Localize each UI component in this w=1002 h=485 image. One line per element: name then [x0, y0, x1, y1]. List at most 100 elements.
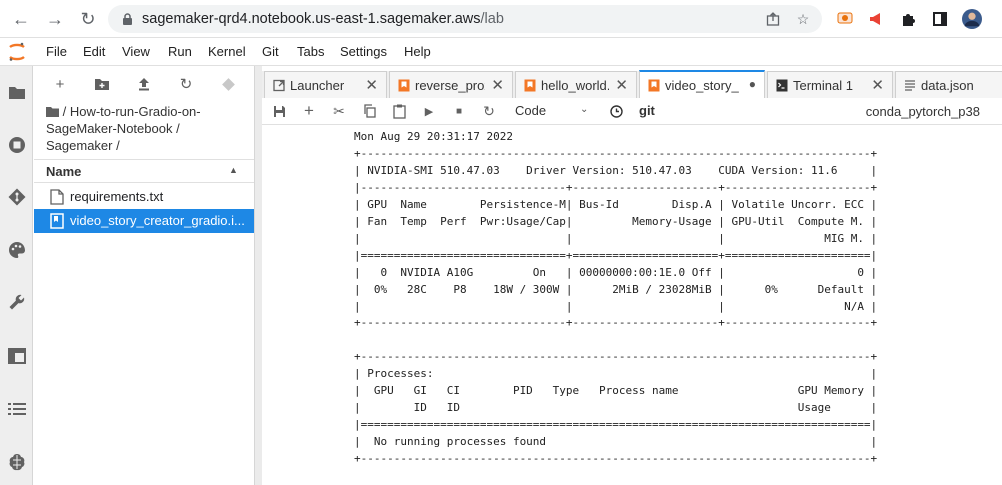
copy-icon[interactable] — [360, 102, 378, 120]
tab-launcher[interactable]: Launcher ✕ — [264, 71, 387, 98]
tab-label: video_story_ — [665, 78, 739, 93]
tab-label: hello_world.i — [541, 78, 609, 93]
unsaved-dot-icon[interactable]: ● — [749, 77, 756, 91]
lock-icon[interactable] — [118, 10, 136, 28]
notebook-icon — [648, 79, 660, 92]
menu-tabs[interactable]: Tabs — [297, 44, 324, 59]
terminal-icon — [776, 79, 788, 92]
running-kernels-icon[interactable] — [6, 134, 28, 156]
menu-run[interactable]: Run — [168, 44, 192, 59]
clock-icon[interactable] — [607, 102, 625, 120]
file-name: video_story_creator_gradio.i... — [70, 213, 245, 228]
json-icon — [905, 80, 915, 91]
close-icon[interactable]: ✕ — [871, 76, 884, 94]
star-icon[interactable]: ☆ — [794, 10, 812, 28]
close-icon[interactable]: ✕ — [615, 76, 628, 94]
output-line: Mon Aug 29 20:31:17 2022 — [354, 130, 513, 143]
tab-label: Terminal 1 — [793, 78, 853, 93]
breadcrumb[interactable]: / How-to-run-Gradio-on-SageMaker-Noteboo… — [46, 103, 246, 154]
reload-icon[interactable]: ↻ — [77, 8, 99, 30]
output-line: | | | MIG M. | — [354, 231, 878, 245]
output-line: +---------------------------------------… — [354, 146, 878, 160]
add-cell-icon[interactable]: + — [300, 101, 318, 120]
tab-reverse-proxy[interactable]: reverse_prox ✕ — [389, 71, 513, 98]
git-clone-button[interactable] — [218, 74, 238, 94]
sort-up-icon: ▲ — [229, 165, 238, 175]
tab-terminal[interactable]: Terminal 1 ✕ — [767, 71, 893, 98]
close-icon[interactable]: ✕ — [491, 76, 504, 94]
kernel-name[interactable]: conda_pytorch_p38 — [866, 104, 980, 119]
share-icon[interactable] — [764, 10, 782, 28]
new-folder-button[interactable] — [92, 74, 112, 94]
paste-icon[interactable] — [390, 102, 408, 120]
side-panel-icon[interactable] — [930, 9, 950, 29]
output-line: | GPU Name Persistence-M| Bus-Id Disp.A … — [354, 197, 878, 211]
tab-data-json[interactable]: data.json — [895, 71, 1002, 98]
tab-hello-world[interactable]: hello_world.i ✕ — [515, 71, 637, 98]
close-icon[interactable]: ✕ — [365, 76, 378, 94]
file-name: requirements.txt — [70, 189, 164, 204]
extension-screen-icon[interactable] — [835, 9, 855, 29]
file-row-requirements[interactable]: requirements.txt — [34, 185, 254, 209]
refresh-button[interactable]: ↻ — [176, 74, 196, 94]
menu-view[interactable]: View — [122, 44, 150, 59]
sagemaker-brain-icon[interactable] — [6, 451, 28, 473]
menu-git[interactable]: Git — [262, 44, 279, 59]
arrow-right-icon[interactable]: → — [44, 8, 66, 30]
new-launcher-button[interactable]: + — [50, 74, 70, 94]
cell-output: Mon Aug 29 20:31:17 2022 +---------------… — [262, 125, 1002, 485]
folder-icon — [46, 107, 59, 117]
url-host: sagemaker-qrd4.notebook.us-east-1.sagema… — [142, 11, 481, 27]
output-line: | No running processes found | — [354, 435, 878, 449]
output-line: |===============================+=======… — [354, 248, 878, 262]
output-line: +---------------------------------------… — [354, 350, 878, 364]
restart-icon[interactable]: ↻ — [480, 102, 498, 120]
folder-icon[interactable] — [6, 81, 28, 103]
address-bar[interactable]: sagemaker-qrd4.notebook.us-east-1.sagema… — [108, 5, 822, 33]
run-icon[interactable]: ▶ — [420, 102, 438, 120]
tab-video-story[interactable]: video_story_ ● — [639, 70, 765, 98]
git-icon[interactable] — [6, 186, 28, 208]
chevron-down-icon[interactable]: ⌄ — [580, 104, 588, 115]
wrench-icon[interactable] — [6, 291, 28, 313]
file-browser: + ↻ / How-to-run-Gradio-on-SageMaker-Not… — [34, 66, 254, 485]
menu-edit[interactable]: Edit — [83, 44, 105, 59]
output-line: | | | N/A | — [354, 299, 878, 313]
stop-icon[interactable]: ■ — [450, 102, 468, 120]
url-path: /lab — [480, 11, 504, 27]
menu-file[interactable]: File — [46, 44, 67, 59]
list-icon[interactable] — [6, 398, 28, 420]
url-text: sagemaker-qrd4.notebook.us-east-1.sagema… — [142, 11, 504, 27]
menu-help[interactable]: Help — [404, 44, 431, 59]
tab-label: reverse_prox — [415, 78, 485, 93]
menu-kernel[interactable]: Kernel — [208, 44, 246, 59]
profile-avatar[interactable] — [962, 9, 982, 29]
output-line: +---------------------------------------… — [354, 452, 878, 466]
tab-label: data.json — [921, 78, 974, 93]
save-icon[interactable] — [270, 102, 288, 120]
file-row-notebook[interactable]: video_story_creator_gradio.i... — [34, 209, 254, 233]
menubar: File Edit View Run Kernel Git Tabs Setti… — [0, 38, 1002, 66]
puzzle-icon[interactable] — [898, 9, 918, 29]
palette-icon[interactable] — [6, 239, 28, 261]
output-line: | Fan Temp Perf Pwr:Usage/Cap| Memory-Us… — [354, 214, 878, 228]
breadcrumb-path[interactable]: / How-to-run-Gradio-on-SageMaker-Noteboo… — [46, 104, 201, 153]
name-header-label: Name — [46, 164, 82, 179]
tab-label: Launcher — [290, 78, 345, 93]
text-file-icon — [50, 189, 64, 205]
upload-button[interactable] — [134, 74, 154, 94]
arrow-left-icon[interactable]: ← — [10, 8, 32, 30]
notebook-icon — [50, 213, 64, 229]
git-button[interactable]: git — [639, 103, 655, 118]
notebook-toolbar: + ✂ ▶ ■ ↻ Code ⌄ git conda_pytorch_p38 — [262, 98, 1002, 125]
output-line: | ID ID Usage | — [354, 401, 878, 415]
cut-icon[interactable]: ✂ — [330, 102, 348, 120]
name-column-header[interactable]: Name ▲ — [34, 159, 254, 183]
notebook-icon — [524, 79, 536, 92]
panel-splitter[interactable] — [254, 66, 262, 485]
megaphone-icon[interactable] — [866, 9, 886, 29]
menu-settings[interactable]: Settings — [340, 44, 387, 59]
output-line: |=======================================… — [354, 418, 878, 432]
tabs-icon[interactable] — [6, 345, 28, 367]
